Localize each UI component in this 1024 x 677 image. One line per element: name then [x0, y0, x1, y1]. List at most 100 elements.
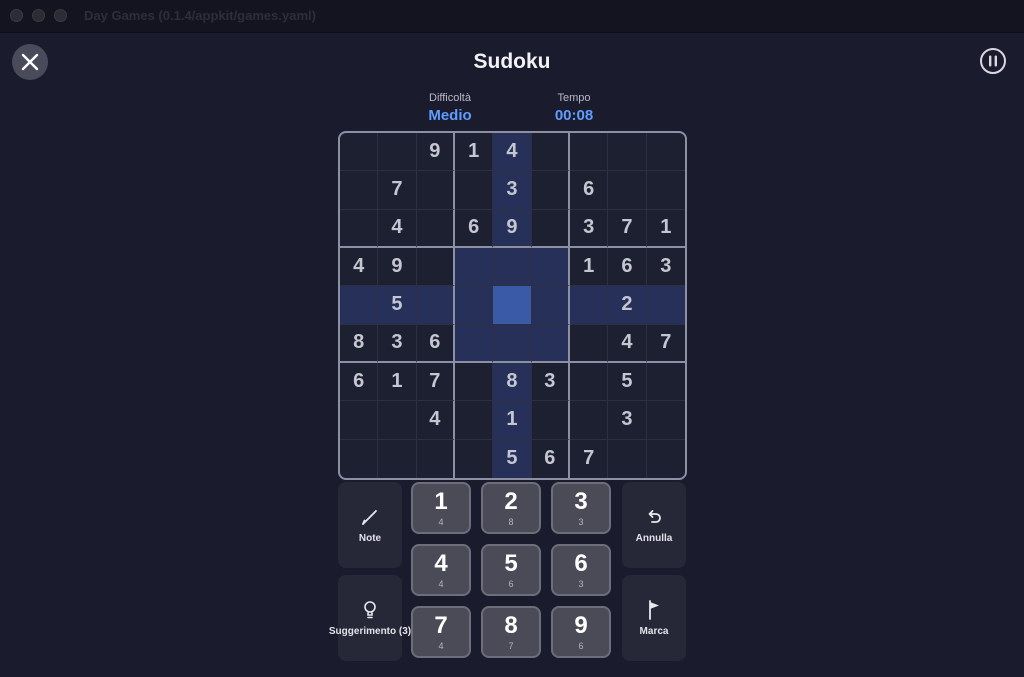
sudoku-cell[interactable]: 9 — [378, 247, 417, 287]
sudoku-cell[interactable]: 2 — [608, 286, 647, 325]
sudoku-cell[interactable]: 1 — [569, 247, 609, 287]
sudoku-cell[interactable] — [454, 247, 494, 287]
sudoku-cell[interactable]: 5 — [378, 286, 417, 325]
sudoku-cell[interactable] — [378, 133, 417, 172]
sudoku-cell[interactable]: 6 — [569, 171, 609, 210]
sudoku-cell[interactable] — [646, 286, 685, 325]
sudoku-cell[interactable]: 5 — [493, 439, 532, 478]
sudoku-cell[interactable] — [569, 133, 609, 172]
sudoku-cell[interactable] — [454, 324, 494, 363]
number-button-7[interactable]: 7 4 — [411, 606, 471, 658]
sudoku-cell[interactable] — [340, 286, 379, 325]
sudoku-cell[interactable] — [454, 171, 494, 210]
number-button-5[interactable]: 5 6 — [481, 544, 541, 596]
sudoku-cell[interactable] — [417, 439, 455, 478]
sudoku-cell[interactable]: 7 — [646, 325, 685, 363]
sudoku-cell[interactable]: 3 — [569, 209, 609, 248]
undo-button[interactable]: Annulla — [622, 482, 686, 568]
hint-button[interactable]: Suggerimento (3) — [329, 575, 411, 661]
sudoku-cell[interactable] — [340, 439, 379, 478]
sudoku-cell[interactable] — [531, 401, 570, 440]
window-zoom-light[interactable] — [54, 9, 67, 22]
sudoku-cell[interactable]: 8 — [340, 324, 379, 363]
sudoku-cell[interactable] — [454, 401, 494, 440]
number-button-8[interactable]: 8 7 — [481, 606, 541, 658]
sudoku-cell[interactable] — [378, 401, 417, 440]
sudoku-cell[interactable] — [608, 171, 647, 210]
sudoku-cell[interactable] — [531, 247, 570, 287]
sudoku-cell[interactable] — [531, 324, 570, 363]
window-minimize-light[interactable] — [32, 9, 45, 22]
sudoku-cell[interactable] — [493, 247, 532, 287]
sudoku-cell[interactable] — [455, 439, 494, 478]
sudoku-cell[interactable]: 6 — [416, 324, 455, 363]
number-value: 3 — [574, 488, 588, 515]
sudoku-cell[interactable]: 9 — [416, 133, 455, 172]
number-button-9[interactable]: 9 6 — [551, 606, 611, 658]
number-button-4[interactable]: 4 4 — [411, 544, 471, 596]
sudoku-cell[interactable] — [647, 440, 685, 478]
sudoku-cell[interactable] — [646, 133, 685, 172]
sudoku-cell[interactable]: 1 — [646, 210, 685, 248]
sudoku-cell[interactable] — [531, 171, 570, 210]
sudoku-cell[interactable] — [646, 363, 685, 402]
sudoku-cell[interactable]: 3 — [608, 401, 647, 440]
number-button-1[interactable]: 1 4 — [411, 482, 471, 534]
sudoku-cell[interactable]: 4 — [608, 324, 647, 363]
sudoku-cell[interactable] — [454, 362, 494, 402]
sudoku-cell[interactable] — [340, 401, 379, 440]
sudoku-cell[interactable]: 3 — [378, 324, 417, 363]
sudoku-cell[interactable] — [454, 286, 494, 325]
sudoku-cell[interactable] — [416, 286, 455, 325]
sudoku-cell[interactable] — [378, 439, 417, 478]
sudoku-cell[interactable] — [646, 171, 685, 210]
window-close-light[interactable] — [10, 9, 23, 22]
sudoku-cell[interactable]: 6 — [340, 362, 379, 402]
sudoku-cell[interactable]: 7 — [378, 171, 417, 210]
sudoku-cell[interactable]: 3 — [493, 171, 532, 210]
sudoku-cell[interactable] — [608, 439, 647, 478]
sudoku-cell[interactable] — [531, 133, 570, 172]
sudoku-cell[interactable]: 1 — [454, 133, 494, 172]
sudoku-cell[interactable] — [493, 324, 532, 363]
sudoku-cell[interactable] — [531, 209, 570, 248]
number-button-6[interactable]: 6 3 — [551, 544, 611, 596]
sudoku-cell[interactable] — [493, 286, 532, 325]
sudoku-cell[interactable]: 6 — [454, 209, 494, 248]
mark-button[interactable]: Marca — [622, 575, 686, 661]
number-remaining: 6 — [508, 579, 514, 589]
sudoku-cell[interactable] — [416, 247, 455, 287]
note-button[interactable]: Note — [338, 482, 402, 568]
sudoku-cell[interactable]: 4 — [340, 247, 379, 287]
sudoku-cell[interactable]: 1 — [378, 362, 417, 402]
sudoku-cell[interactable] — [569, 286, 609, 325]
sudoku-cell[interactable] — [416, 209, 455, 248]
sudoku-cell[interactable]: 9 — [493, 209, 532, 248]
sudoku-cell[interactable] — [531, 286, 570, 325]
sudoku-cell[interactable]: 4 — [416, 401, 455, 440]
sudoku-cell[interactable] — [569, 401, 609, 440]
sudoku-cell[interactable]: 3 — [531, 362, 570, 402]
sudoku-cell[interactable]: 6 — [532, 439, 570, 478]
sudoku-cell[interactable] — [569, 362, 609, 402]
sudoku-cell[interactable]: 4 — [493, 133, 532, 172]
sudoku-cell[interactable]: 1 — [493, 401, 532, 440]
sudoku-cell[interactable]: 7 — [608, 209, 647, 248]
sudoku-cell[interactable] — [608, 133, 647, 172]
sudoku-cell[interactable]: 8 — [493, 362, 532, 402]
sudoku-cell[interactable] — [646, 401, 685, 440]
number-button-3[interactable]: 3 3 — [551, 482, 611, 534]
sudoku-cell[interactable] — [340, 133, 379, 172]
number-button-2[interactable]: 2 8 — [481, 482, 541, 534]
sudoku-cell[interactable] — [340, 171, 379, 210]
sudoku-cell[interactable]: 5 — [608, 362, 647, 402]
sudoku-cell[interactable]: 7 — [416, 362, 455, 402]
sudoku-cell[interactable]: 6 — [608, 247, 647, 287]
sudoku-cell[interactable] — [340, 209, 379, 248]
sudoku-cell[interactable] — [416, 171, 455, 210]
sudoku-cell[interactable]: 7 — [570, 439, 609, 478]
pause-button[interactable] — [979, 47, 1007, 75]
sudoku-cell[interactable]: 4 — [378, 209, 417, 248]
sudoku-cell[interactable] — [569, 324, 609, 363]
sudoku-cell[interactable]: 3 — [646, 248, 685, 287]
